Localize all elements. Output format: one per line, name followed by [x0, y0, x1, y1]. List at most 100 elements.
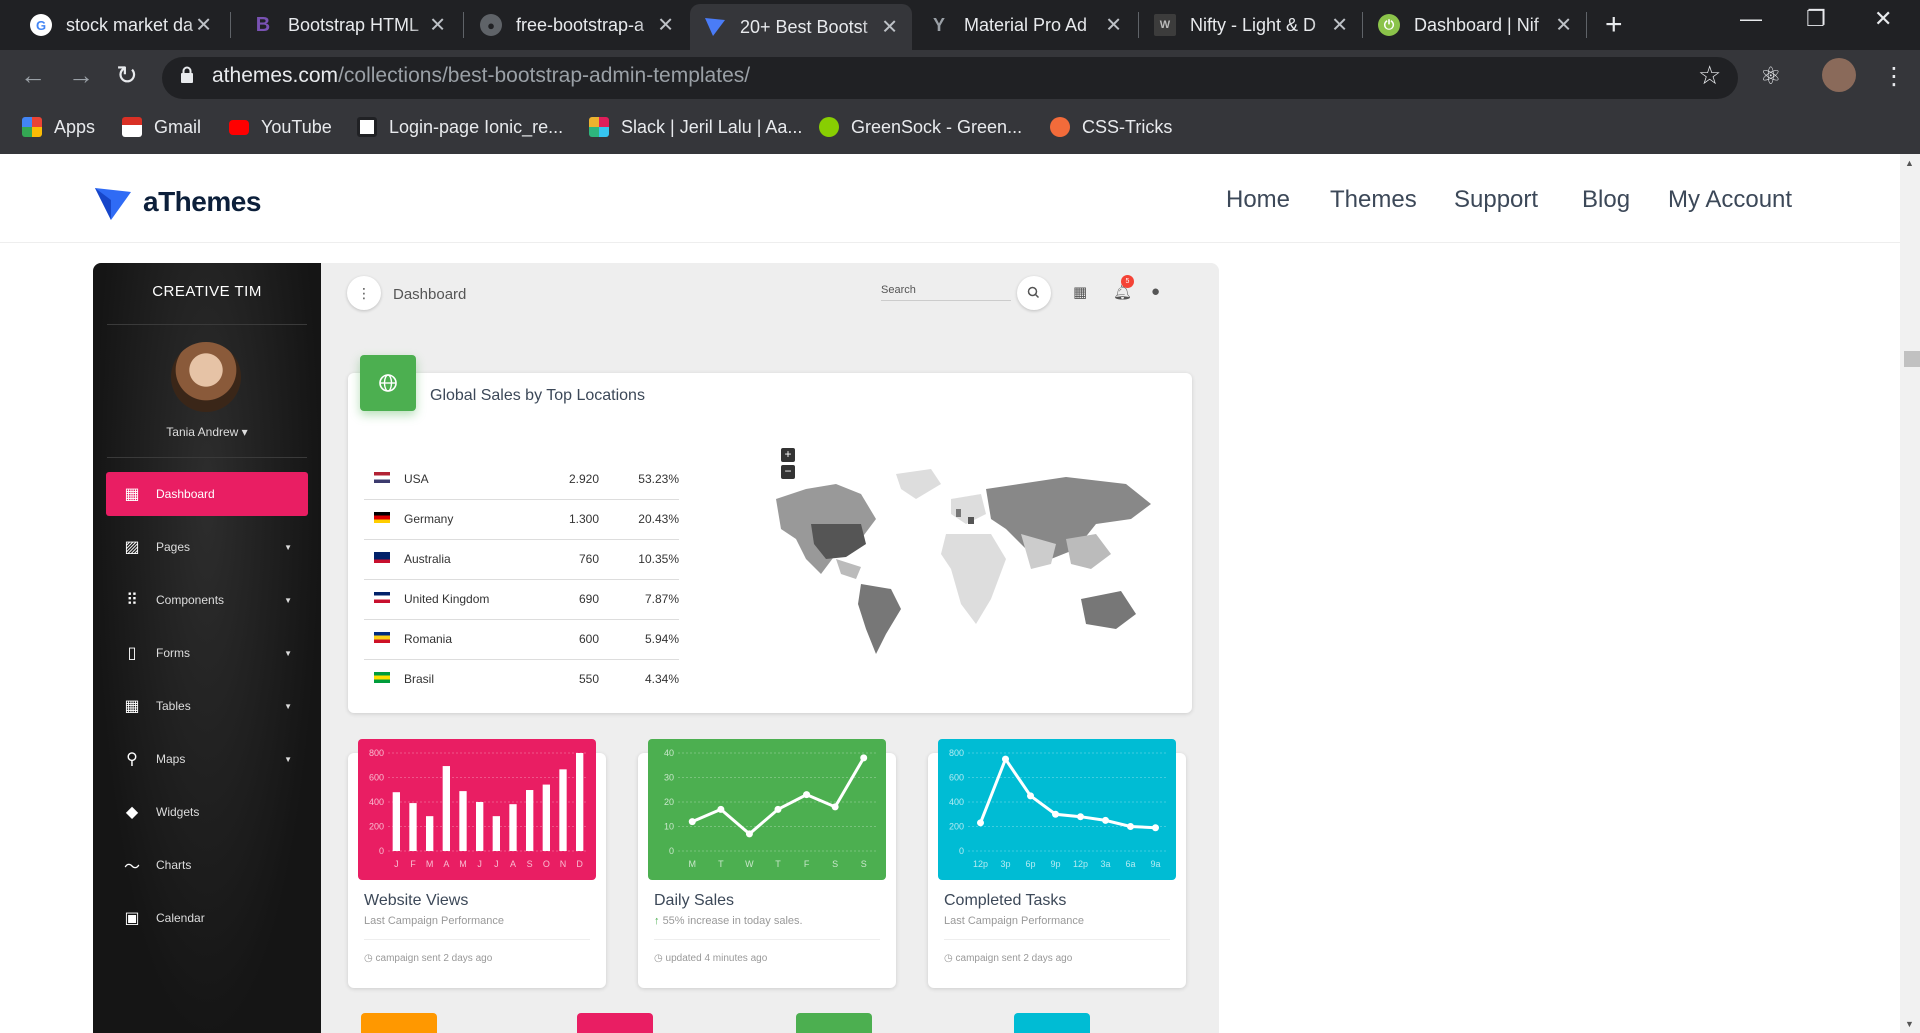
sidebar-item-label: Calendar — [156, 911, 205, 925]
athemes-logo-icon — [95, 188, 131, 220]
x-tick-label: 9a — [1150, 859, 1160, 869]
bookmark-greensock[interactable]: GreenSock - Green... — [819, 115, 1022, 139]
sidebar-item-tables[interactable]: ▦ Tables ▼ — [106, 684, 308, 728]
nav-themes[interactable]: Themes — [1330, 186, 1417, 214]
x-tick-label: T — [718, 859, 724, 869]
timeline-icon: 〜 — [123, 859, 140, 876]
sidebar-item-components[interactable]: ⠿ Components ▼ — [106, 578, 308, 622]
url-text[interactable]: athemes.com/collections/best-bootstrap-a… — [212, 64, 750, 88]
stat-card-completed-tasks: 800 600 400 200 0 12p 3p 6p 9p 12p 3a 6a 9a Complete… — [928, 739, 1186, 988]
browser-tab[interactable]: ● free-bootstrap-a ✕ — [466, 0, 688, 50]
bar — [576, 753, 584, 851]
world-map[interactable] — [766, 459, 1166, 659]
search-input[interactable]: Search — [881, 284, 1011, 301]
user-avatar[interactable] — [171, 342, 241, 412]
browser-tab[interactable]: Y Material Pro Ad ✕ — [914, 0, 1136, 50]
slack-icon — [589, 117, 609, 137]
tab-title: Material Pro Ad — [964, 14, 1088, 35]
user-name[interactable]: Tania Andrew ▾ — [93, 425, 321, 439]
browser-tab[interactable]: G stock market da ✕ — [16, 0, 226, 50]
dashboard-preview[interactable]: CREATIVE TIM Tania Andrew ▾ ▦ Dashboard ▨… — [93, 263, 1219, 1033]
bookmark-youtube[interactable]: YouTube — [229, 115, 332, 139]
browser-tab[interactable]: B Bootstrap HTML ✕ — [238, 0, 460, 50]
country-cell: Brasil — [404, 672, 435, 687]
data-point — [1152, 824, 1159, 832]
bookmark-slack[interactable]: Slack | Jeril Lalu | Aa... — [589, 115, 802, 139]
bottom-card-icon — [361, 1013, 437, 1033]
bookmark-apps[interactable]: Apps — [22, 115, 95, 139]
sidebar-item-pages[interactable]: ▨ Pages ▼ — [106, 525, 308, 569]
scroll-up-icon[interactable]: ▲ — [1905, 158, 1914, 168]
sidebar-item-label: Tables — [156, 699, 191, 713]
x-tick-label: F — [804, 859, 810, 869]
search-button[interactable] — [1017, 276, 1051, 310]
sidebar-item-label: Widgets — [156, 805, 200, 819]
percent-cell: 7.87% — [599, 579, 679, 620]
reload-icon[interactable]: ↻ — [116, 60, 138, 91]
nav-blog[interactable]: Blog — [1582, 186, 1630, 214]
sidebar-item-widgets[interactable]: ◆ Widgets — [106, 790, 308, 834]
new-tab-button[interactable]: + — [1605, 8, 1623, 42]
flag-icon — [364, 539, 404, 580]
stat-card-website-views: 800 600 400 200 0 J F M A M J J A S O N D Website Views … — [348, 739, 606, 988]
close-tab-icon[interactable]: ✕ — [1105, 13, 1122, 38]
sidebar-brand[interactable]: CREATIVE TIM — [93, 283, 321, 300]
card-footer: ◷ campaign sent 2 days ago — [944, 953, 1073, 964]
nav-home[interactable]: Home — [1226, 186, 1290, 214]
nav-my-account[interactable]: My Account — [1668, 186, 1792, 214]
bookmark-login-page[interactable]: Login-page Ionic_re... — [357, 115, 563, 139]
flag-icon — [364, 579, 404, 620]
page-scrollbar[interactable]: ▲ ▼ — [1900, 154, 1920, 1033]
completed-tasks-chart: 800 600 400 200 0 12p 3p 6p 9p 12p 3a 6a 9a — [938, 739, 1176, 880]
material-pro-icon: Y — [932, 14, 945, 35]
close-tab-icon[interactable]: ✕ — [881, 15, 898, 40]
react-devtools-icon[interactable]: ⚛ — [1760, 62, 1782, 91]
profile-avatar-icon[interactable] — [1822, 58, 1856, 92]
dashboard-grid-icon[interactable]: ▦ — [1073, 283, 1087, 301]
bookmark-gmail[interactable]: Gmail — [122, 115, 201, 139]
bookmark-star-icon[interactable]: ☆ — [1698, 60, 1721, 91]
tab-separator — [230, 12, 231, 38]
person-icon[interactable]: ● — [1151, 283, 1160, 300]
caret-down-icon: ▼ — [284, 542, 292, 552]
sidebar-item-charts[interactable]: 〜 Charts — [106, 843, 308, 887]
close-tab-icon[interactable]: ✕ — [1555, 13, 1572, 38]
nav-support[interactable]: Support — [1454, 186, 1538, 214]
y-tick-label: 0 — [669, 846, 674, 856]
close-tab-icon[interactable]: ✕ — [429, 13, 446, 38]
power-icon: ⏻ — [1378, 14, 1400, 36]
gmail-icon — [122, 117, 142, 137]
sidebar-item-forms[interactable]: ▯ Forms ▼ — [106, 631, 308, 675]
back-icon[interactable]: ← — [20, 60, 46, 91]
menu-kebab-icon[interactable]: ⋮ — [1882, 62, 1906, 91]
browser-tab-active[interactable]: 20+ Best Bootst ✕ — [690, 4, 912, 50]
data-point — [1102, 816, 1109, 824]
close-window-icon[interactable]: ✕ — [1874, 6, 1892, 32]
chart-svg: 800 600 400 200 0 12p 3p 6p 9p 12p 3a 6a 9a — [949, 748, 1168, 869]
sidebar-item-dashboard[interactable]: ▦ Dashboard — [106, 472, 308, 516]
browser-tab[interactable]: W Nifty - Light & D ✕ — [1140, 0, 1362, 50]
website-views-chart: 800 600 400 200 0 J F M A M J J A S O N D — [358, 739, 596, 880]
more-vert-icon[interactable]: ⋮ — [347, 276, 381, 310]
card-title: Website Views — [364, 892, 469, 909]
dashboard-sidebar: CREATIVE TIM Tania Andrew ▾ ▦ Dashboard ▨… — [93, 263, 321, 1033]
restore-icon[interactable]: ❐ — [1806, 6, 1826, 32]
scrollbar-thumb[interactable] — [1904, 351, 1920, 367]
scroll-down-icon[interactable]: ▼ — [1905, 1019, 1914, 1029]
value-cell: 600 — [548, 619, 599, 660]
browser-tab[interactable]: ⏻ Dashboard | Nif ✕ — [1364, 0, 1586, 50]
athemes-logo[interactable]: aThemes — [93, 182, 261, 222]
minimize-icon[interactable]: — — [1740, 6, 1762, 32]
sidebar-item-maps[interactable]: ⚲ Maps ▼ — [106, 737, 308, 781]
value-cell: 690 — [548, 579, 599, 620]
forward-icon[interactable]: → — [68, 60, 94, 91]
close-tab-icon[interactable]: ✕ — [657, 13, 674, 38]
close-tab-icon[interactable]: ✕ — [1331, 13, 1348, 38]
sidebar-item-calendar[interactable]: ▣ Calendar — [106, 896, 308, 940]
y-tick-label: 400 — [949, 797, 964, 807]
close-tab-icon[interactable]: ✕ — [195, 13, 212, 38]
flag-icon — [364, 659, 404, 699]
bookmark-css-tricks[interactable]: CSS-Tricks — [1050, 115, 1172, 139]
language-globe-icon — [360, 355, 416, 411]
header-divider — [0, 242, 1900, 243]
